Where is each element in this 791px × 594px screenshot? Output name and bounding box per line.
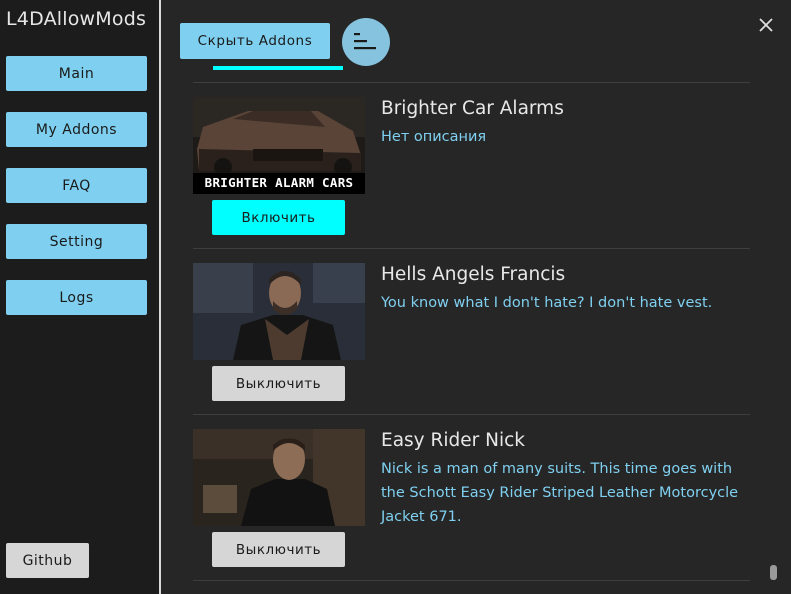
list-end-divider	[193, 580, 750, 594]
disable-button[interactable]: Выключить	[212, 532, 345, 567]
nav-setting-button[interactable]: Setting	[6, 224, 147, 259]
sort-button[interactable]	[342, 18, 390, 66]
addon-thumbnail: BRIGHTER ALARM CARS	[193, 97, 365, 194]
addon-row-brighter-car-alarms: BRIGHTER ALARM CARS Включить Brighter Ca…	[193, 82, 750, 249]
nav-logs-button[interactable]: Logs	[6, 280, 147, 315]
enable-button[interactable]: Включить	[212, 200, 345, 235]
sort-bars-icon	[354, 33, 376, 50]
addon-description: You know what I don't hate? I don't hate…	[381, 295, 713, 311]
addon-list[interactable]: BRIGHTER ALARM CARS Включить Brighter Ca…	[193, 66, 750, 594]
thumbnail-caption: BRIGHTER ALARM CARS	[204, 175, 354, 190]
addon-row-hells-angels-francis: Выключить Hells Angels Francis You know …	[193, 248, 750, 415]
addon-title: Easy Rider Nick	[381, 430, 525, 451]
addon-title: Brighter Car Alarms	[381, 98, 564, 119]
addon-title: Hells Angels Francis	[381, 264, 566, 285]
addon-description: Nick is a man of many suits. This time g…	[381, 461, 739, 525]
addon-thumbnail	[193, 429, 365, 526]
main-panel: Скрыть Addons BRIGHTER ALARM CARS Включи…	[161, 0, 791, 594]
nav-my-addons-button[interactable]: My Addons	[6, 112, 147, 147]
sidebar: L4DAllowMods Main My Addons FAQ Setting …	[0, 0, 159, 594]
partial-toggle-button[interactable]	[213, 66, 343, 70]
hide-addons-button[interactable]: Скрыть Addons	[180, 23, 330, 59]
francis-thumbnail-image	[193, 263, 365, 360]
close-button[interactable]	[756, 14, 776, 36]
disable-button[interactable]: Выключить	[212, 366, 345, 401]
app-title: L4DAllowMods	[6, 8, 147, 30]
addon-thumbnail	[193, 263, 365, 360]
app-window: L4DAllowMods Main My Addons FAQ Setting …	[0, 0, 791, 594]
scrollbar-thumb[interactable]	[770, 565, 777, 580]
nav-faq-button[interactable]: FAQ	[6, 168, 147, 203]
addon-row-easy-rider-nick: Выключить Easy Rider Nick Nick is a man …	[193, 414, 750, 581]
nav-main-button[interactable]: Main	[6, 56, 147, 91]
close-icon	[759, 18, 773, 32]
addon-description: Нет описания	[381, 129, 487, 145]
nick-thumbnail-image	[193, 429, 365, 526]
github-button[interactable]: Github	[6, 543, 89, 578]
